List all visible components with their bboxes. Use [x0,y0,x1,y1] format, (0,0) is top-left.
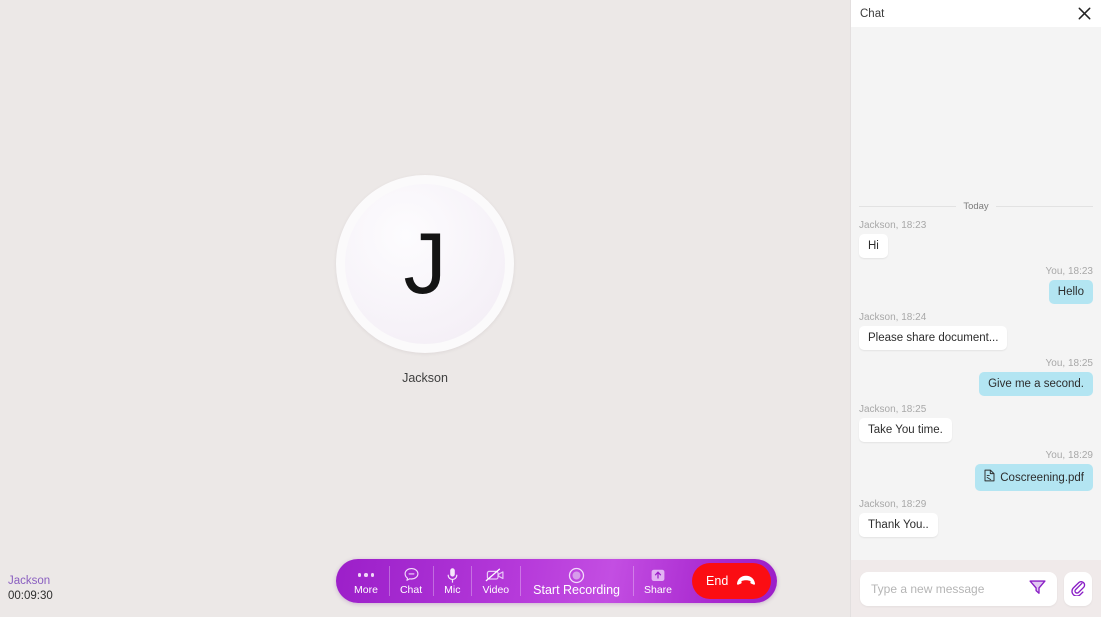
call-info: Jackson 00:09:30 [8,574,53,605]
send-button[interactable] [1026,578,1048,600]
message-bubble[interactable]: Hi [859,234,888,258]
message-text: Take You time. [868,424,943,436]
call-info-name: Jackson [8,574,51,587]
avatar-circle: J [345,184,505,344]
composer[interactable] [860,571,1057,606]
end-call-label: End [706,574,729,588]
video-label: Video [482,583,510,596]
message-bubble[interactable]: Hello [1048,280,1093,304]
video-off-icon [485,567,506,584]
message-text: Thank You.. [868,519,929,531]
close-icon[interactable] [1075,5,1093,23]
record-circle-icon [568,567,585,584]
message-bubble[interactable]: Please share document... [859,326,1008,350]
end-call-button[interactable]: End [692,563,772,599]
mic-button[interactable]: Mic [433,559,471,603]
chat-message: Jackson, 18:23 Hi [859,220,1093,258]
chat-message: Jackson, 18:24 Please share document... [859,312,1093,350]
divider-rule-left [859,206,957,207]
chat-label: Chat [399,583,423,596]
message-meta: You, 18:25 [1045,358,1093,369]
chat-panel: Chat Today Jackson, 18:23 Hi You, 18:23 … [850,0,1101,617]
paperclip-icon [1070,579,1087,599]
message-text: Hello [1057,286,1084,298]
share-upload-icon [650,567,666,584]
attach-file-button[interactable] [1064,571,1092,606]
message-text: Please share document... [868,332,999,344]
message-bubble[interactable]: Give me a second. [979,372,1093,396]
mic-label: Mic [444,583,461,596]
chat-message: You, 18:25 Give me a second. [859,358,1093,396]
video-button[interactable]: Video [471,559,520,603]
chat-message: You, 18:23 Hello [859,266,1093,304]
chat-panel-header: Chat [851,0,1101,27]
more-label: More [354,583,378,596]
message-meta: Jackson, 18:25 [859,404,927,415]
message-bubble[interactable]: Take You time. [859,418,952,442]
file-name: Coscreening.pdf [1000,471,1084,484]
pdf-file-icon [984,469,995,486]
message-text: Hi [868,240,879,252]
message-meta: You, 18:23 [1045,266,1093,277]
message-meta: You, 18:29 [1045,450,1093,461]
message-text: Give me a second. [988,378,1084,390]
chat-day-divider: Today [859,201,1094,212]
start-recording-button[interactable]: Start Recording [520,559,633,603]
more-button[interactable]: More [340,559,389,603]
video-stage: J Jackson Jackson 00:09:30 More Chat Mic… [0,0,850,617]
divider-rule-right [995,206,1094,207]
share-label: Share [644,583,673,596]
phone-hangup-icon [735,574,757,589]
file-attachment-bubble[interactable]: Coscreening.pdf [975,464,1093,491]
chat-bubble-icon [403,567,420,584]
avatar-initial: J [403,216,447,312]
participant-name: Jackson [402,371,448,385]
chat-message: Jackson, 18:29 Thank You.. [859,499,1093,537]
chat-button[interactable]: Chat [388,559,433,603]
microphone-icon [446,567,459,584]
message-meta: Jackson, 18:23 [859,220,927,231]
chat-message-list[interactable]: Today Jackson, 18:23 Hi You, 18:23 Hello… [851,27,1101,560]
chat-day-label: Today [963,201,989,212]
message-bubble[interactable]: Thank You.. [859,513,938,537]
chat-panel-title: Chat [860,7,885,20]
call-controls-toolbar: More Chat Mic Video Start Recording Shar… [336,559,778,603]
video-call-window: J Jackson Jackson 00:09:30 More Chat Mic… [0,0,1101,617]
message-meta: Jackson, 18:24 [859,312,927,323]
start-recording-label: Start Recording [533,582,620,597]
share-button[interactable]: Share [633,559,683,603]
chat-composer-bar [851,560,1101,617]
message-meta: Jackson, 18:29 [859,499,927,510]
message-input[interactable] [871,581,1026,596]
participant-tile[interactable]: J Jackson [0,175,850,385]
chat-message-file: You, 18:29 Coscreening.pdf [859,450,1093,491]
chat-message: Jackson, 18:25 Take You time. [859,404,1093,442]
call-duration-timer: 00:09:30 [8,590,53,603]
send-icon [1028,578,1047,599]
more-dots-icon [357,567,375,584]
avatar: J [336,175,514,353]
